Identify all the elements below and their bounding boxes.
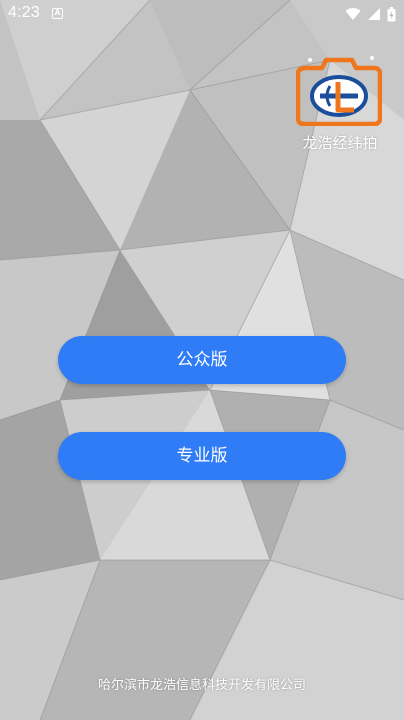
status-icons [345,5,396,23]
status-bar: 4:23 A [0,0,404,28]
app-name: 龙浩经纬拍 [302,134,378,152]
camera-logo-icon [296,56,382,126]
pro-version-button[interactable]: 专业版 [58,432,346,480]
wifi-icon [345,8,361,20]
status-time: 4:23 [8,4,40,21]
notification-badge: A [52,8,63,19]
public-version-button[interactable]: 公众版 [58,336,346,384]
company-name: 哈尔滨市龙浩信息科技开发有限公司 [97,678,306,693]
signal-icon [368,8,380,20]
battery-icon [387,6,396,21]
